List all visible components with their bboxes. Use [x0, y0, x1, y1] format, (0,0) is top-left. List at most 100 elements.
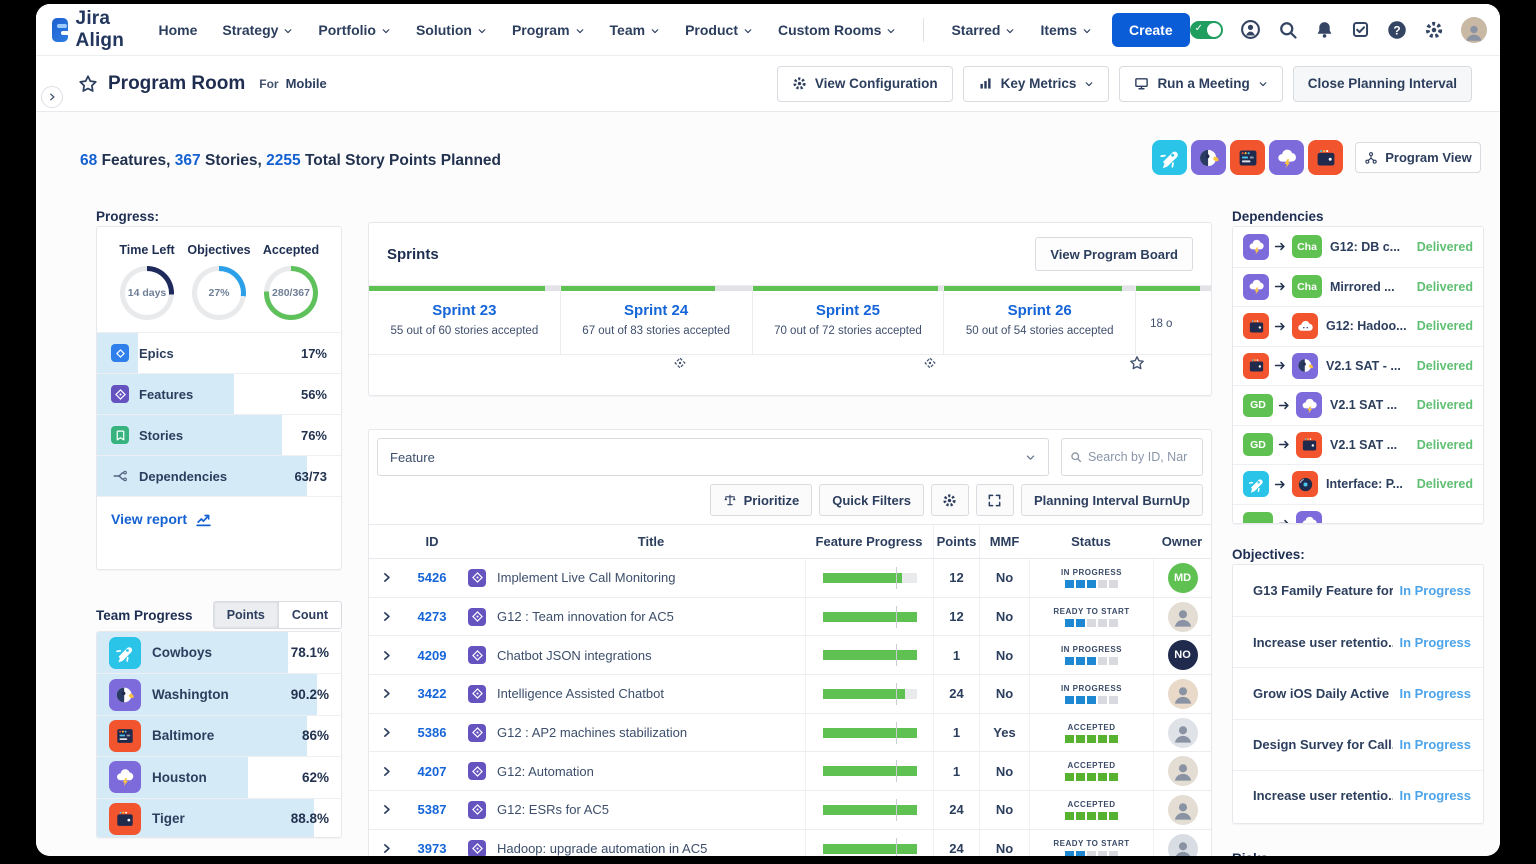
feature-row[interactable]: 5387 G12: ESRs for AC5 24 No ACCEPTED [369, 791, 1211, 830]
dependency-row[interactable]: Cha G12: DB c... Delivered [1233, 227, 1483, 267]
dependency-row[interactable]: V2.1 SAT - ... Delivered [1233, 345, 1483, 385]
expand-row-icon[interactable] [380, 571, 393, 584]
milestone-star-icon[interactable] [1129, 355, 1145, 371]
owner-avatar[interactable] [1167, 756, 1198, 787]
nav-item-product[interactable]: Product [685, 22, 753, 38]
settings-gear-icon[interactable] [1424, 20, 1444, 40]
search-icon[interactable] [1278, 20, 1298, 40]
progress-row-epics[interactable]: Epics 17% [97, 332, 341, 373]
owner-avatar[interactable]: NO [1167, 640, 1198, 671]
favorite-star-icon[interactable] [78, 74, 98, 94]
nav-item-home[interactable]: Home [158, 22, 197, 38]
milestone-diamond-icon[interactable] [672, 355, 688, 371]
prioritize-button[interactable]: Prioritize [709, 484, 813, 516]
feature-id-link[interactable]: 4207 [418, 764, 447, 779]
nav-item-portfolio[interactable]: Portfolio [318, 22, 391, 38]
expand-row-icon[interactable] [380, 726, 393, 739]
owner-avatar[interactable] [1167, 601, 1198, 632]
expand-row-icon[interactable] [380, 842, 393, 855]
team-row-baltimore[interactable]: Baltimore 86% [97, 714, 341, 757]
feature-id-link[interactable]: 5386 [418, 725, 447, 740]
owner-avatar[interactable]: MD [1167, 562, 1198, 593]
objective-row[interactable]: Design Survey for Call... In Progress [1233, 718, 1483, 770]
sprint-card-partial[interactable]: 18 o [1136, 286, 1211, 354]
grid-settings-button[interactable] [930, 484, 969, 516]
team-avatar-parrot-icon[interactable] [1191, 140, 1226, 175]
sprint-card-26[interactable]: Sprint 26 50 out of 54 stories accepted [944, 286, 1137, 354]
user-avatar[interactable] [1460, 16, 1487, 43]
col-status[interactable]: Status [1029, 525, 1153, 558]
col-id[interactable]: ID [403, 525, 461, 558]
fullscreen-button[interactable] [975, 484, 1014, 516]
feature-id-link[interactable]: 3422 [418, 686, 447, 701]
owner-avatar[interactable] [1167, 717, 1198, 748]
feature-id-link[interactable]: 5426 [418, 570, 447, 585]
feature-row[interactable]: 5386 G12 : AP2 machines stabilization 1 … [369, 713, 1211, 753]
item-type-select[interactable]: Feature [377, 438, 1049, 476]
progress-row-dependencies[interactable]: Dependencies 63/73 [97, 455, 341, 496]
nav-item-starred[interactable]: Starred [951, 22, 1015, 38]
owner-avatar[interactable] [1167, 678, 1198, 709]
dependency-row[interactable]: GD V2.1 SAT ... Delivered [1233, 424, 1483, 464]
help-icon[interactable] [1387, 20, 1407, 40]
nav-item-team[interactable]: Team [610, 22, 661, 38]
context-selector[interactable]: Mobile [286, 76, 327, 91]
expand-row-icon[interactable] [380, 687, 393, 700]
tab-points[interactable]: Points [213, 602, 278, 628]
objective-row[interactable]: Increase user retentio... In Progress [1233, 616, 1483, 668]
owner-avatar[interactable] [1167, 833, 1198, 856]
expand-row-icon[interactable] [380, 765, 393, 778]
tab-count[interactable]: Count [277, 602, 341, 628]
team-row-cowboys[interactable]: Cowboys 78.1% [97, 632, 341, 674]
dependency-row[interactable]: Interface: P... Delivered [1233, 464, 1483, 504]
feature-toggle[interactable]: ✓ [1189, 20, 1223, 39]
feature-id-link[interactable]: 5387 [418, 802, 447, 817]
progress-row-stories[interactable]: Stories 76% [97, 414, 341, 455]
owner-avatar[interactable] [1167, 794, 1198, 825]
dependency-row[interactable]: G12: Hadoo... Delivered [1233, 306, 1483, 346]
feature-row[interactable]: 4209 Chatbot JSON integrations 1 No IN P… [369, 636, 1211, 676]
dependency-row[interactable]: Cha Mirrored ... Delivered [1233, 266, 1483, 306]
feature-row[interactable]: 4273 G12 : Team innovation for AC5 12 No… [369, 597, 1211, 637]
feature-id-link[interactable]: 4273 [418, 609, 447, 624]
nav-item-strategy[interactable]: Strategy [222, 22, 293, 38]
nav-item-solution[interactable]: Solution [416, 22, 487, 38]
notifications-bell-icon[interactable] [1315, 20, 1334, 39]
col-points[interactable]: Points [933, 525, 979, 558]
feature-row[interactable]: 5426 Implement Live Call Monitoring 12 N… [369, 559, 1211, 598]
feature-id-link[interactable]: 4209 [418, 648, 447, 663]
expand-row-icon[interactable] [380, 803, 393, 816]
sprint-card-24[interactable]: Sprint 24 67 out of 83 stories accepted [560, 286, 753, 354]
program-view-button[interactable]: Program View [1355, 142, 1481, 173]
objective-row[interactable]: G13 Family Feature for... In Progress [1233, 565, 1483, 617]
col-owner[interactable]: Owner [1153, 525, 1211, 558]
key-metrics-button[interactable]: Key Metrics [962, 65, 1110, 102]
view-program-board-button[interactable]: View Program Board [1035, 237, 1193, 271]
account-icon[interactable] [1240, 19, 1261, 40]
col-mmf[interactable]: MMF [979, 525, 1029, 558]
team-avatar-rocket-icon[interactable] [1152, 140, 1187, 175]
milestone-diamond-icon[interactable] [922, 355, 938, 371]
run-a-meeting-button[interactable]: Run a Meeting [1119, 65, 1283, 102]
team-row-tiger[interactable]: Tiger 88.8% [97, 797, 341, 837]
team-avatar-terminal-icon[interactable] [1230, 140, 1265, 175]
close-planning-interval-button[interactable]: Close Planning Interval [1292, 65, 1472, 102]
team-row-houston[interactable]: Houston 62% [97, 756, 341, 798]
planning-interval-burnup-button[interactable]: Planning Interval BurnUp [1020, 484, 1203, 516]
objective-row[interactable]: Increase user retentio... In Progress [1233, 769, 1483, 821]
dependency-row[interactable]: GD V2.1 SAT ... Delivered [1233, 385, 1483, 425]
expand-row-icon[interactable] [380, 649, 393, 662]
sprint-card-25[interactable]: Sprint 25 70 out of 72 stories accepted [752, 286, 945, 354]
expand-row-icon[interactable] [380, 610, 393, 623]
progress-row-features[interactable]: Features 56% [97, 373, 341, 414]
team-avatar-storm-cloud-icon[interactable] [1269, 140, 1304, 175]
search-input[interactable] [1087, 450, 1194, 464]
col-title[interactable]: Title [493, 525, 805, 558]
objective-row[interactable]: Grow iOS Daily Active ... In Progress [1233, 667, 1483, 719]
view-configuration-button[interactable]: View Configuration [776, 65, 953, 102]
quick-filters-button[interactable]: Quick Filters [819, 484, 924, 516]
nav-item-items[interactable]: Items [1040, 22, 1092, 38]
nav-item-program[interactable]: Program [512, 22, 585, 38]
team-row-washington[interactable]: Washington 90.2% [97, 673, 341, 715]
feature-id-link[interactable]: 3973 [418, 841, 447, 856]
